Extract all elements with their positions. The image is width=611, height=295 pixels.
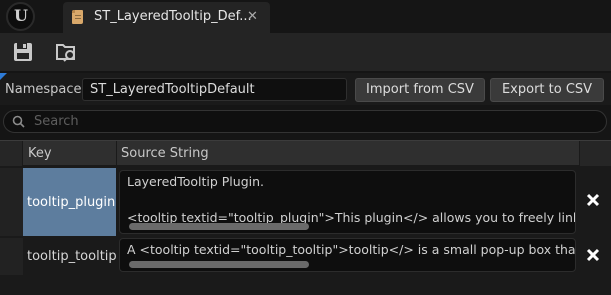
horizontal-scrollbar[interactable]: [129, 223, 309, 230]
source-string-input[interactable]: A <tooltip textid="tooltip_tooltip">tool…: [119, 238, 576, 272]
tab-strip: ST_LayeredTooltip_Def... ✕: [0, 0, 611, 33]
import-csv-button[interactable]: Import from CSV: [355, 78, 485, 102]
table-row[interactable]: tooltip_tooltip A <tooltip textid="toolt…: [0, 238, 611, 275]
namespace-label: Namespace:: [5, 82, 86, 97]
namespace-input[interactable]: ST_LayeredTooltipDefault: [82, 78, 347, 101]
source-line: LayeredTooltip Plugin.: [127, 174, 264, 189]
row-key[interactable]: tooltip_plugin: [23, 168, 116, 236]
asset-tab[interactable]: ST_LayeredTooltip_Def... ✕: [63, 2, 270, 33]
search-placeholder: Search: [34, 114, 79, 129]
tab-title: ST_LayeredTooltip_Def...: [94, 9, 252, 24]
namespace-row: Namespace: ST_LayeredTooltipDefault Impo…: [0, 73, 611, 105]
table-header: Key Source String: [0, 140, 611, 166]
column-header-source[interactable]: Source String: [121, 146, 209, 161]
string-table-icon: [72, 10, 83, 24]
close-icon[interactable]: ✕: [247, 9, 258, 24]
row-stub: [0, 168, 23, 236]
unreal-logo-icon[interactable]: [6, 2, 35, 31]
delete-row-icon[interactable]: [581, 243, 605, 267]
delete-row-icon[interactable]: [581, 188, 605, 212]
source-line: A <tooltip textid="tooltip_tooltip">tool…: [127, 242, 576, 257]
column-header-key[interactable]: Key: [28, 146, 52, 161]
string-table: Key Source String tooltip_plugin Layered…: [0, 140, 611, 295]
source-string-input[interactable]: LayeredTooltip Plugin. <tooltip textid="…: [119, 170, 576, 234]
row-stub: [0, 238, 23, 275]
corner-mark: [0, 73, 7, 80]
table-row[interactable]: tooltip_plugin LayeredTooltip Plugin. <t…: [0, 168, 611, 236]
save-icon[interactable]: [10, 39, 36, 65]
browse-icon[interactable]: [54, 39, 80, 65]
search-input[interactable]: Search: [3, 110, 607, 133]
row-key[interactable]: tooltip_tooltip: [23, 238, 117, 275]
toolbar: [0, 33, 611, 71]
column-divider: [116, 141, 117, 166]
header-stub: [0, 141, 23, 166]
source-line: [127, 191, 568, 209]
search-icon: [12, 115, 25, 128]
horizontal-scrollbar[interactable]: [129, 261, 309, 268]
export-csv-button[interactable]: Export to CSV: [490, 78, 604, 102]
header-end: [579, 141, 611, 166]
